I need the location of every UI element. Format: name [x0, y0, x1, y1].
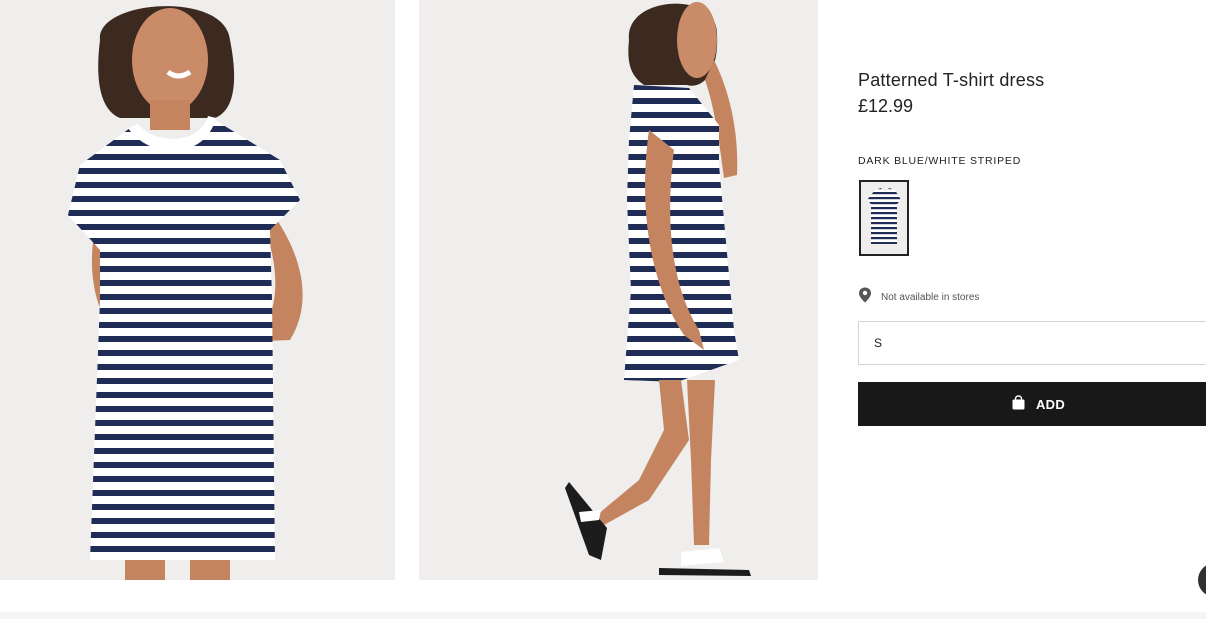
location-pin-icon [858, 287, 872, 308]
size-select[interactable]: S [858, 321, 1206, 365]
add-button-label: ADD [1035, 396, 1066, 412]
color-swatch-selected[interactable] [859, 180, 909, 256]
model-front-illustration [0, 0, 395, 580]
store-availability: Not available in stores [858, 287, 979, 308]
product-image-front[interactable] [0, 0, 395, 580]
product-title: Patterned T-shirt dress [858, 70, 1045, 90]
product-image-side[interactable] [419, 0, 818, 580]
size-select-value: S [874, 336, 883, 350]
product-price: £12.99 [858, 96, 914, 116]
model-side-illustration [419, 0, 818, 580]
shopping-bag-icon [1011, 395, 1026, 413]
add-to-bag-button[interactable]: ADD [858, 382, 1206, 426]
dress-thumbnail [861, 182, 907, 254]
product-info-panel: Patterned T-shirt dress £12.99 DARK BLUE… [858, 0, 1206, 580]
store-availability-text: Not available in stores [881, 292, 980, 303]
color-name-label: DARK BLUE/WHITE STRIPED [858, 155, 1022, 167]
page-divider [0, 612, 1206, 619]
